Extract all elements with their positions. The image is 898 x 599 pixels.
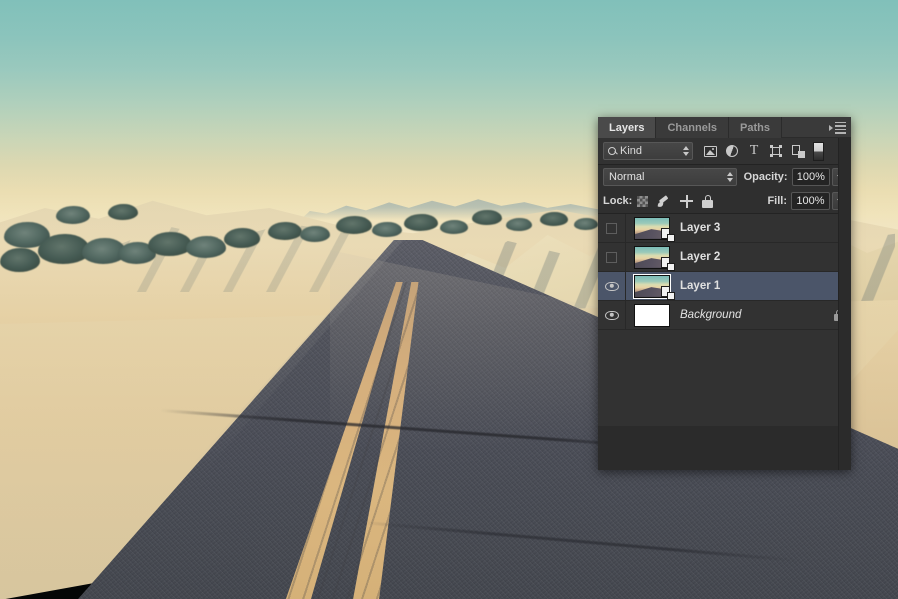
blend-mode-row: Normal Opacity: 100% [598,165,851,189]
shrub [472,210,502,225]
panel-bottom-area [598,438,838,470]
lock-all-icon[interactable] [702,195,713,208]
thumbnail-wrap [634,304,670,327]
hamburger-icon [835,122,846,134]
filter-kind-label: Kind [620,145,681,157]
smart-object-filter-icon[interactable] [787,141,809,161]
fill-value: 100% [796,195,824,207]
shrub [440,220,468,234]
blend-mode-value: Normal [609,171,725,183]
lock-label: Lock: [603,195,632,207]
shrub [0,248,40,272]
table-row[interactable]: Layer 1 [598,272,851,301]
shrub [506,218,532,231]
shrub [224,228,260,248]
table-row[interactable]: Layer 2 [598,243,851,272]
shrub [372,222,402,237]
blend-mode-dropdown[interactable]: Normal [603,168,737,186]
layer-visibility-toggle[interactable] [598,301,626,329]
shrub [404,214,438,231]
thumbnail-wrap [634,217,670,240]
tab-channels-label: Channels [667,122,717,134]
layer-thumbnail-cell[interactable] [626,243,678,271]
smart-object-badge-icon [661,257,675,271]
search-icon [608,147,617,156]
layers-panel: Layers Channels Paths Kind [598,117,851,470]
layer-filter-row: Kind T [598,138,851,165]
opacity-input[interactable]: 100% [792,168,831,186]
screenshot-root: Layers Channels Paths Kind [0,0,898,599]
adjustment-layer-filter-icon[interactable] [721,141,743,161]
chevron-left-icon [829,125,833,131]
shrub [148,232,192,256]
layer-name[interactable]: Layer 1 [678,280,825,292]
table-row[interactable]: Layer 3 [598,214,851,243]
lock-buttons [637,195,713,208]
layer-visibility-toggle[interactable] [598,214,626,242]
smart-object-badge-icon [661,228,675,242]
shrub [56,206,90,224]
eye-icon [605,282,619,291]
eye-icon [605,311,619,320]
shape-layer-filter-icon[interactable] [765,141,787,161]
thumbnail-wrap [634,275,670,298]
layer-visibility-toggle[interactable] [598,243,626,271]
layers-list-empty-area [598,330,851,426]
type-layer-filter-icon[interactable]: T [743,141,765,161]
lock-row: Lock: Fill: 100% [598,189,851,214]
layer-thumbnail-cell[interactable] [626,301,678,329]
chevron-updown-icon [727,172,733,182]
tab-layers-label: Layers [609,122,644,134]
thumbnail-wrap [634,246,670,269]
shrub [336,216,372,234]
layer-name[interactable]: Layer 2 [678,251,825,263]
lock-image-pixels-icon[interactable] [657,195,671,208]
lock-transparent-pixels-icon[interactable] [637,196,648,207]
chevron-updown-icon [683,146,689,156]
lock-position-icon[interactable] [680,195,693,208]
filter-kind-dropdown[interactable]: Kind [603,142,693,160]
layers-list: Layer 3 Layer 2 [598,214,851,426]
eye-off-icon [606,252,617,263]
table-row[interactable]: Background [598,301,851,330]
tab-layers[interactable]: Layers [598,117,656,138]
fill-label: Fill: [767,195,787,207]
layer-name[interactable]: Background [678,309,825,321]
layer-thumbnail-cell[interactable] [626,272,678,300]
pixel-layer-filter-icon[interactable] [699,141,721,161]
shrub [268,222,302,240]
layer-visibility-toggle[interactable] [598,272,626,300]
smart-object-badge-icon [661,286,675,300]
filter-type-buttons: T [699,141,809,161]
shrub [540,212,568,226]
shrub [186,236,226,258]
opacity-value: 100% [797,171,825,183]
shrub [574,218,598,230]
layer-name[interactable]: Layer 3 [678,222,825,234]
fill-input[interactable]: 100% [791,192,830,210]
layer-thumbnail-cell[interactable] [626,214,678,242]
tab-paths-label: Paths [740,122,770,134]
shrub [108,204,138,220]
filter-enable-toggle[interactable] [813,142,824,161]
white-thumbnail [634,304,670,327]
tab-paths[interactable]: Paths [729,117,782,138]
panel-scrollbar[interactable] [838,138,851,470]
eye-off-icon [606,223,617,234]
type-glyph: T [750,144,759,158]
opacity-label: Opacity: [744,171,788,183]
panel-tab-bar: Layers Channels Paths [598,117,851,138]
panel-menu-icon[interactable] [826,121,846,134]
tab-channels[interactable]: Channels [656,117,729,138]
shrub [300,226,330,242]
